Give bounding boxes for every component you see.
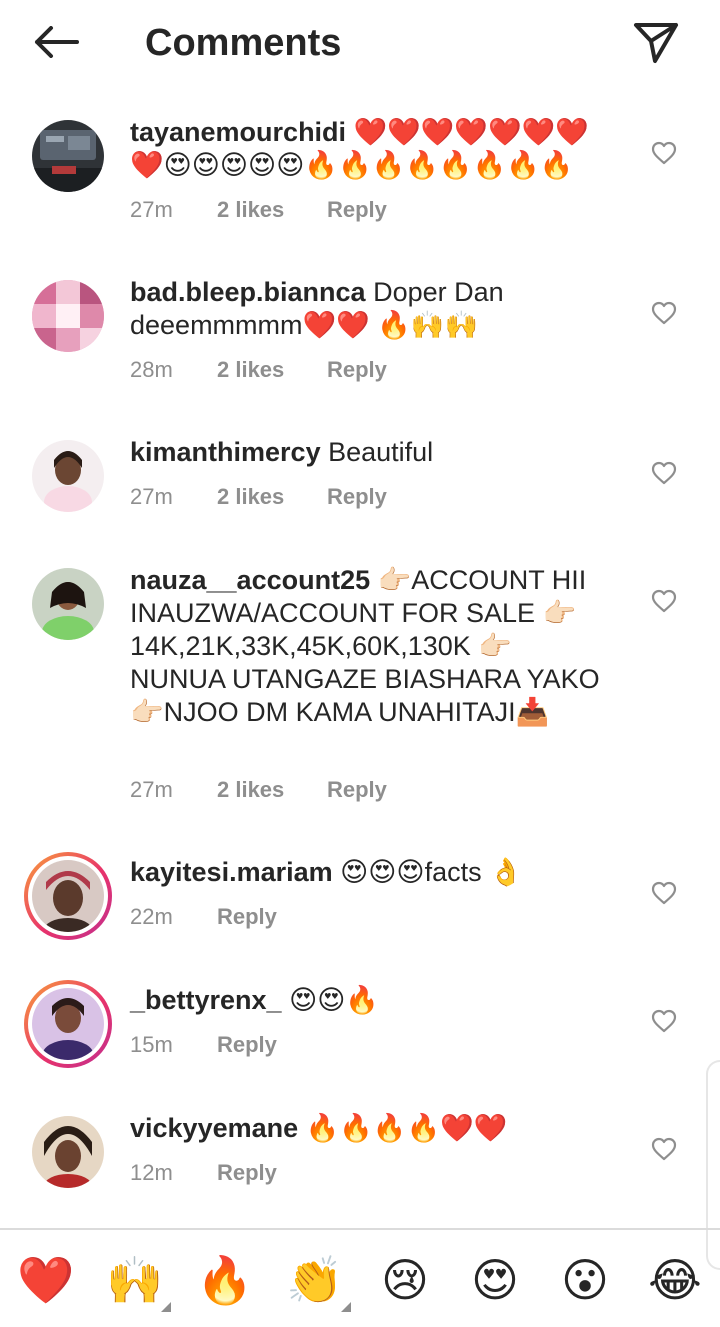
comment-text: kayitesi.mariam 😍😍😍facts 👌	[130, 856, 600, 889]
comment-body: 😍😍😍facts 👌	[332, 857, 523, 887]
comment-username[interactable]: bad.bleep.biannca	[130, 277, 366, 307]
comment-username[interactable]: tayanemourchidi	[130, 117, 346, 147]
like-button[interactable]	[648, 1134, 680, 1164]
comment-username[interactable]: _bettyrenx_	[130, 985, 282, 1015]
avatar[interactable]	[32, 568, 104, 640]
comment-username[interactable]: kayitesi.mariam	[130, 857, 333, 887]
comment-meta: 15m Reply	[130, 1032, 277, 1058]
comment-likes[interactable]: 2 likes	[217, 197, 327, 223]
comment-meta: 12m Reply	[130, 1160, 277, 1186]
avatar-story-ring[interactable]	[24, 852, 112, 940]
emoji-heart-eyes-button[interactable]: 😍	[465, 1250, 525, 1310]
like-button[interactable]	[648, 458, 680, 488]
comment-time: 27m	[130, 777, 173, 802]
reply-button[interactable]: Reply	[217, 904, 277, 930]
heart-outline-icon	[651, 1137, 677, 1161]
page-title: Comments	[145, 22, 342, 64]
comment-meta: 27m 2 likes Reply	[130, 197, 387, 223]
avatar-image	[32, 280, 104, 352]
comment-body: 🔥🔥🔥🔥❤️❤️	[298, 1113, 508, 1143]
emoji-crying-button[interactable]: 😢	[375, 1250, 435, 1310]
comment-time: 28m	[130, 357, 173, 382]
comment-meta: 22m Reply	[130, 904, 277, 930]
paper-plane-icon	[634, 23, 678, 63]
like-button[interactable]	[648, 1006, 680, 1036]
avatar[interactable]	[32, 120, 104, 192]
heart-outline-icon	[651, 141, 677, 165]
avatar[interactable]	[32, 440, 104, 512]
comment-text: vickyyemane 🔥🔥🔥🔥❤️❤️	[130, 1112, 600, 1145]
comment-text: tayanemourchidi ❤️❤️❤️❤️❤️❤️❤️❤️😍😍😍😍😍🔥🔥🔥…	[130, 116, 600, 182]
comment-body: Beautiful	[320, 437, 434, 467]
skin-tone-indicator-icon	[161, 1302, 171, 1312]
comment-time: 27m	[130, 484, 173, 509]
comment-username[interactable]: vickyyemane	[130, 1113, 298, 1143]
avatar[interactable]	[32, 1116, 104, 1188]
comment-time: 27m	[130, 197, 173, 222]
comment-time: 12m	[130, 1160, 173, 1185]
comment-text: nauza__account25 👉🏻ACCOUNT HII INAUZWA/A…	[130, 564, 600, 729]
emoji-surprised-button[interactable]: 😮	[555, 1250, 615, 1310]
avatar-image	[32, 568, 104, 640]
comment-text: kimanthimercy Beautiful	[130, 436, 600, 469]
avatar-image	[32, 440, 104, 512]
reply-button[interactable]: Reply	[327, 357, 387, 383]
heart-outline-icon	[651, 1009, 677, 1033]
like-button[interactable]	[648, 878, 680, 908]
comment-meta: 27m 2 likes Reply	[130, 777, 387, 803]
heart-outline-icon	[651, 461, 677, 485]
like-button[interactable]	[648, 586, 680, 616]
emoji-fire-button[interactable]: 🔥	[195, 1250, 255, 1310]
skin-tone-indicator-icon	[341, 1302, 351, 1312]
arrow-left-icon	[35, 26, 79, 58]
reply-button[interactable]: Reply	[327, 777, 387, 803]
avatar-story-ring[interactable]	[24, 980, 112, 1068]
emoji-clapping-button[interactable]: 👏	[285, 1250, 345, 1310]
comment-meta: 28m 2 likes Reply	[130, 357, 387, 383]
heart-outline-icon	[651, 589, 677, 613]
like-button[interactable]	[648, 298, 680, 328]
emoji-quick-bar: ❤️ 🙌 🔥 👏 😢 😍 😮 😂	[0, 1232, 720, 1327]
comment-text: _bettyrenx_ 😍😍🔥	[130, 984, 600, 1017]
avatar-image	[32, 988, 104, 1060]
divider	[0, 1228, 720, 1230]
reply-button[interactable]: Reply	[327, 484, 387, 510]
comment-body: 😍😍🔥	[281, 985, 379, 1015]
avatar-image	[32, 1116, 104, 1188]
comment-time: 22m	[130, 904, 173, 929]
comment-likes[interactable]: 2 likes	[217, 357, 327, 383]
avatar-image	[32, 120, 104, 192]
comment-meta: 27m 2 likes Reply	[130, 484, 387, 510]
comment-username[interactable]: kimanthimercy	[130, 437, 321, 467]
reply-button[interactable]: Reply	[217, 1160, 277, 1186]
emoji-heart-button[interactable]: ❤️	[16, 1250, 76, 1310]
avatar-image	[32, 860, 104, 932]
avatar[interactable]	[32, 280, 104, 352]
comment-likes[interactable]: 2 likes	[217, 484, 327, 510]
heart-outline-icon	[651, 881, 677, 905]
like-button[interactable]	[648, 138, 680, 168]
header: Comments	[0, 0, 720, 86]
comment-time: 15m	[130, 1032, 173, 1057]
emoji-laughing-button[interactable]: 😂	[645, 1250, 705, 1310]
reply-button[interactable]: Reply	[217, 1032, 277, 1058]
heart-outline-icon	[651, 301, 677, 325]
comment-text: bad.bleep.biannca Doper Dan deeemmmmm❤️❤…	[130, 276, 600, 342]
comment-username[interactable]: nauza__account25	[130, 565, 370, 595]
emoji-raising-hands-button[interactable]: 🙌	[105, 1250, 165, 1310]
share-button[interactable]	[628, 18, 684, 68]
reply-button[interactable]: Reply	[327, 197, 387, 223]
back-button[interactable]	[28, 20, 84, 64]
comment-likes[interactable]: 2 likes	[217, 777, 327, 803]
